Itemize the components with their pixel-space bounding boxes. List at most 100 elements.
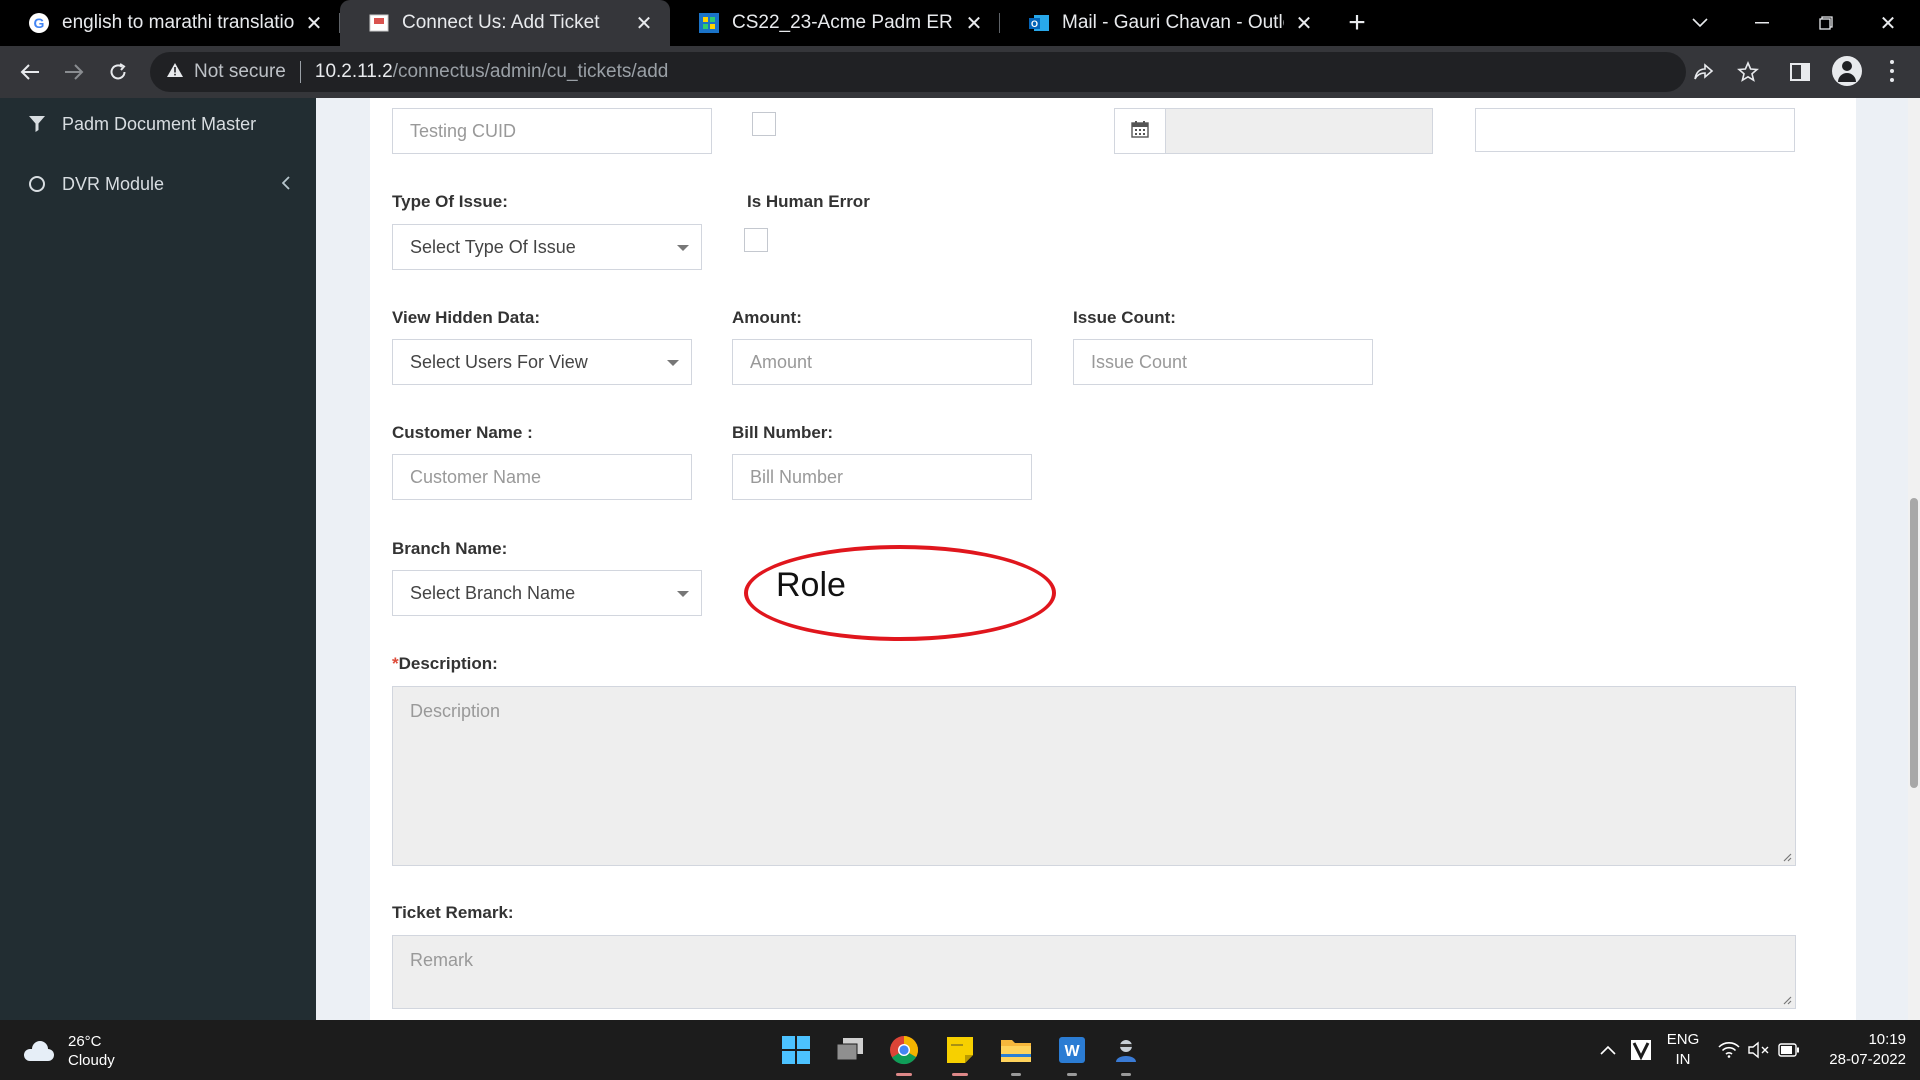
amount-input[interactable]: Amount: [732, 339, 1032, 385]
volume-muted-icon[interactable]: [1748, 1020, 1770, 1080]
menu-kebab-icon[interactable]: [1882, 58, 1902, 84]
description-textarea[interactable]: Description: [392, 686, 1796, 866]
ticket-remark-label: Ticket Remark:: [392, 903, 514, 922]
amount-label: Amount:: [732, 308, 802, 327]
weather-widget[interactable]: 26°C Cloudy: [22, 1032, 115, 1070]
close-icon[interactable]: ✕: [962, 11, 986, 36]
view-hidden-data-value: Select Users For View: [410, 351, 588, 372]
resize-handle-icon[interactable]: [1782, 995, 1792, 1005]
close-icon[interactable]: ✕: [632, 11, 656, 36]
svg-text:O: O: [1031, 19, 1038, 29]
restore-icon[interactable]: [1796, 0, 1856, 46]
task-view-icon[interactable]: [830, 1030, 870, 1070]
ticket-remark-textarea[interactable]: Remark: [392, 935, 1796, 1009]
resize-handle-icon[interactable]: [1782, 852, 1792, 862]
bookmark-star-icon[interactable]: [1730, 54, 1766, 90]
testing-cuid-input[interactable]: Testing CUID: [392, 108, 712, 154]
issue-count-placeholder: Issue Count: [1091, 351, 1188, 372]
is-human-error-checkbox[interactable]: [744, 228, 768, 252]
close-icon[interactable]: ✕: [1292, 11, 1316, 36]
sticky-notes-icon[interactable]: [940, 1030, 980, 1076]
customer-name-label: Customer Name :: [392, 423, 533, 442]
view-hidden-data-label: View Hidden Data:: [392, 308, 540, 327]
clock-time: 10:19: [1868, 1031, 1906, 1048]
branch-name-select[interactable]: Select Branch Name: [392, 570, 702, 616]
sidebar-item-padm-document-master[interactable]: Padm Document Master: [0, 98, 316, 150]
security-status-text[interactable]: Not secure: [194, 61, 286, 83]
side-panel-icon[interactable]: [1782, 54, 1818, 90]
language-indicator[interactable]: ENG IN: [1666, 1030, 1700, 1070]
tab-title: Mail - Gauri Chavan - Outlook: [1062, 12, 1284, 33]
sidebar: Padm Document Master DVR Module: [0, 98, 316, 1020]
type-of-issue-select[interactable]: Select Type Of Issue: [392, 224, 702, 270]
back-arrow-icon[interactable]: [10, 50, 50, 94]
file-explorer-icon[interactable]: [996, 1030, 1036, 1076]
tab-outlook-mail[interactable]: O Mail - Gauri Chavan - Outlook ✕: [1000, 0, 1330, 46]
profile-avatar-icon[interactable]: [1832, 56, 1862, 86]
sidebar-item-dvr-module[interactable]: DVR Module: [0, 158, 316, 210]
running-indicator: [896, 1073, 912, 1076]
security-shield-icon[interactable]: [1630, 1020, 1652, 1080]
top-row-checkbox[interactable]: [752, 112, 776, 136]
cloud-icon: [22, 1041, 56, 1061]
outlook-icon: O: [1028, 12, 1050, 34]
dropdown-caret-icon: [677, 591, 689, 597]
svg-text:W: W: [1064, 1043, 1080, 1060]
vpn-client-icon[interactable]: [1106, 1030, 1146, 1076]
battery-icon[interactable]: [1778, 1020, 1800, 1080]
address-bar[interactable]: Not secure 10.2.11.2/connectus/admin/cu_…: [150, 52, 1686, 92]
type-of-issue-label: Type Of Issue:: [392, 192, 508, 211]
tab-search-chevron-icon[interactable]: [1670, 0, 1730, 46]
forward-arrow-icon[interactable]: [54, 50, 94, 94]
sidebar-item-label: Padm Document Master: [62, 113, 257, 134]
window-close-icon[interactable]: ✕: [1858, 0, 1918, 46]
tab-title: CS22_23-Acme Padm ERP Platfor: [732, 12, 954, 33]
ticket-remark-placeholder: Remark: [410, 950, 474, 970]
bill-number-label: Bill Number:: [732, 423, 834, 442]
tray-overflow-chevron-icon[interactable]: [1600, 1020, 1616, 1080]
erp-icon: [698, 12, 720, 34]
branch-name-label: Branch Name:: [392, 539, 508, 558]
url-host: 10.2.11.2: [314, 61, 393, 82]
bill-number-input[interactable]: Bill Number: [732, 454, 1032, 500]
type-of-issue-value: Select Type Of Issue: [410, 236, 576, 257]
new-tab-plus-icon[interactable]: +: [1342, 0, 1372, 46]
is-human-error-label: Is Human Error: [747, 192, 870, 211]
bill-number-placeholder: Bill Number: [750, 466, 844, 487]
windows-taskbar: 26°C Cloudy W ENG IN 10:19 28-07-2022: [0, 1020, 1920, 1080]
taskbar-clock[interactable]: 10:19 28-07-2022: [1810, 1030, 1906, 1070]
issue-count-input[interactable]: Issue Count: [1073, 339, 1373, 385]
page-viewport: Padm Document Master DVR Module Testing …: [0, 98, 1920, 1020]
wifi-icon[interactable]: [1718, 1020, 1740, 1080]
close-icon[interactable]: ✕: [302, 11, 326, 36]
filter-icon: [24, 115, 50, 133]
chevron-left-icon: [281, 174, 290, 195]
tab-add-ticket[interactable]: Connect Us: Add Ticket ✕: [340, 0, 670, 46]
reload-icon[interactable]: [98, 50, 138, 94]
chrome-taskbar-icon[interactable]: [884, 1030, 924, 1076]
running-indicator: [1011, 1073, 1021, 1076]
clock-date: 28-07-2022: [1829, 1051, 1906, 1068]
scrollbar-thumb[interactable]: [1910, 498, 1918, 788]
word-icon[interactable]: W: [1052, 1030, 1092, 1076]
language-line1: ENG: [1666, 1031, 1700, 1048]
circle-icon: [24, 176, 50, 192]
minimize-icon[interactable]: [1732, 0, 1792, 46]
customer-name-input[interactable]: Customer Name: [392, 454, 692, 500]
running-indicator: [1067, 1073, 1077, 1076]
annotation-role-text: Role: [776, 566, 846, 604]
connectus-icon: [368, 12, 390, 34]
page-scrollbar[interactable]: [1908, 98, 1920, 1020]
share-icon[interactable]: [1686, 54, 1722, 90]
customer-name-placeholder: Customer Name: [410, 466, 542, 487]
date-input[interactable]: [1165, 108, 1433, 154]
warning-triangle-icon: [166, 62, 184, 83]
tab-erp-platform[interactable]: CS22_23-Acme Padm ERP Platfor ✕: [670, 0, 1000, 46]
required-asterisk: *: [392, 654, 399, 673]
tab-google-translate[interactable]: G english to marathi translation - G ✕: [0, 0, 340, 46]
calendar-addon[interactable]: [1114, 108, 1166, 154]
windows-start-icon[interactable]: [776, 1030, 816, 1070]
sidebar-item-label: DVR Module: [62, 173, 165, 194]
view-hidden-data-select[interactable]: Select Users For View: [392, 339, 692, 385]
top-right-input[interactable]: [1475, 108, 1795, 152]
